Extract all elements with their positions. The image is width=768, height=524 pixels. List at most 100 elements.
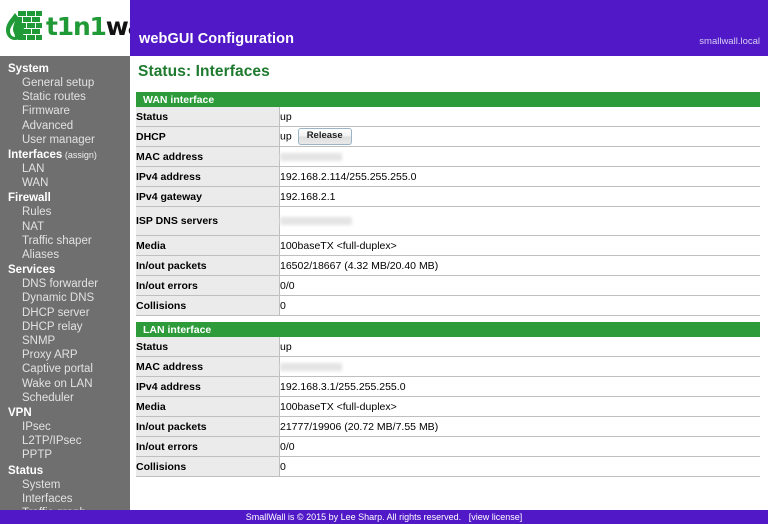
sidebar-group-suffix[interactable]: (assign) [62, 150, 97, 160]
sidebar-item-dhcp-relay[interactable]: DHCP relay [0, 320, 130, 334]
sidebar-item-dhcp-server[interactable]: DHCP server [0, 306, 130, 320]
row-label: ISP DNS servers [136, 206, 280, 236]
row-value-text: 0 [280, 460, 286, 473]
sidebar-item-snmp[interactable]: SNMP [0, 334, 130, 348]
row-value: up Release [279, 126, 760, 147]
sidebar-item-l2tp-ipsec[interactable]: L2TP/IPsec [0, 434, 130, 448]
row-value-text: 100baseTX <full-duplex> [280, 239, 397, 252]
row-label: In/out errors [136, 275, 280, 296]
sidebar-item-pptp[interactable]: PPTP [0, 448, 130, 462]
table-row: Status up [136, 337, 760, 357]
row-value-text: 192.168.2.114/255.255.255.0 [280, 170, 417, 183]
table-row: In/out errors 0/0 [136, 436, 760, 457]
sidebar-item-static-routes[interactable]: Static routes [0, 90, 130, 104]
release-button[interactable]: Release [297, 128, 352, 145]
sidebar-item-traffic-shaper[interactable]: Traffic shaper [0, 234, 130, 248]
view-license-link[interactable]: [view license] [469, 512, 523, 522]
row-value: up [279, 337, 760, 357]
sidebar-item-system[interactable]: System [0, 478, 130, 492]
sidebar-group-services[interactable]: Services [0, 263, 130, 277]
row-value-text: up [280, 340, 292, 353]
sidebar-group-vpn[interactable]: VPN [0, 406, 130, 420]
firewall-brick-flame-icon [5, 10, 45, 42]
row-value-text: 0/0 [280, 440, 295, 453]
row-label: IPv4 address [136, 376, 280, 397]
row-label: Collisions [136, 295, 280, 316]
panel-wan-interface: WAN interface Status up DHCP up Release MAC ad… [136, 92, 760, 316]
row-value: 100baseTX <full-duplex> [279, 396, 760, 417]
row-value-text: 192.168.2.1 [280, 190, 336, 203]
table-row: IPv4 gateway 192.168.2.1 [136, 186, 760, 207]
sidebar-item-scheduler[interactable]: Scheduler [0, 391, 130, 405]
sidebar-item-dns-forwarder[interactable]: DNS forwarder [0, 277, 130, 291]
sidebar-item-captive-portal[interactable]: Captive portal [0, 362, 130, 376]
sidebar-item-wan[interactable]: WAN [0, 176, 130, 190]
table-row: Collisions 0 [136, 456, 760, 477]
redacted-value [280, 217, 352, 225]
row-value: 0/0 [279, 275, 760, 296]
row-value [279, 356, 760, 377]
sidebar-item-user-manager[interactable]: User manager [0, 133, 130, 147]
row-label: MAC address [136, 356, 280, 377]
sidebar-item-proxy-arp[interactable]: Proxy ARP [0, 348, 130, 362]
table-row: Media 100baseTX <full-duplex> [136, 396, 760, 417]
header-hostname: smallwall.local [699, 36, 760, 47]
table-row: Media 100baseTX <full-duplex> [136, 235, 760, 256]
row-value-text: 100baseTX <full-duplex> [280, 400, 397, 413]
brand-logo[interactable]: t1n1wall [5, 9, 159, 43]
logo-text-primary: t1n1 [46, 11, 107, 41]
interface-table: Status up MAC address IPv4 address 192.168.3… [136, 337, 760, 477]
row-label: DHCP [136, 126, 280, 147]
row-label: IPv4 address [136, 166, 280, 187]
sidebar-group-status[interactable]: Status [0, 464, 130, 478]
panel-title: WAN interface [136, 92, 760, 107]
row-label: Status [136, 337, 280, 357]
row-value-text: up [280, 110, 292, 123]
row-value: up [279, 107, 760, 127]
logo-area: t1n1wall [0, 0, 159, 56]
row-value: 0 [279, 456, 760, 477]
sidebar-item-dynamic-dns[interactable]: Dynamic DNS [0, 291, 130, 305]
redacted-value [280, 152, 342, 161]
sidebar-group-label: VPN [8, 407, 32, 420]
row-value: 21777/19906 (20.72 MB/7.55 MB) [279, 416, 760, 437]
sidebar: System General setup Static routes Firmware… [0, 56, 130, 510]
row-value: 192.168.2.114/255.255.255.0 [279, 166, 760, 187]
row-label: IPv4 gateway [136, 186, 280, 207]
row-value [279, 206, 760, 236]
sidebar-item-rules[interactable]: Rules [0, 205, 130, 219]
sidebar-group-interfaces[interactable]: Interfaces (assign) [0, 148, 130, 162]
sidebar-item-wake-on-lan[interactable]: Wake on LAN [0, 377, 130, 391]
sidebar-item-general-setup[interactable]: General setup [0, 76, 130, 90]
header-title: webGUI Configuration [139, 31, 295, 47]
sidebar-item-ipsec[interactable]: IPsec [0, 420, 130, 434]
table-row: Status up [136, 107, 760, 127]
table-row: In/out packets 16502/18667 (4.32 MB/20.40… [136, 255, 760, 276]
top-header: t1n1wall webGUI Configuration smallwall.… [0, 0, 768, 56]
row-label: Media [136, 235, 280, 256]
row-value-text: 0 [280, 299, 286, 312]
row-value [279, 146, 760, 167]
table-row: Collisions 0 [136, 295, 760, 316]
row-label: MAC address [136, 146, 280, 167]
sidebar-item-firmware[interactable]: Firmware [0, 104, 130, 118]
row-value: 16502/18667 (4.32 MB/20.40 MB) [279, 255, 760, 276]
table-row: In/out errors 0/0 [136, 275, 760, 296]
redacted-value [280, 362, 342, 371]
sidebar-group-label: Firewall [8, 192, 51, 205]
panel-lan-interface: LAN interface Status up MAC address IPv4 add… [136, 322, 760, 477]
row-value: 192.168.3.1/255.255.255.0 [279, 376, 760, 397]
sidebar-group-firewall[interactable]: Firewall [0, 191, 130, 205]
table-row: ISP DNS servers [136, 206, 760, 236]
header-bar: webGUI Configuration smallwall.local [130, 0, 768, 56]
sidebar-item-nat[interactable]: NAT [0, 220, 130, 234]
sidebar-item-lan[interactable]: LAN [0, 162, 130, 176]
sidebar-group-label: System [8, 63, 49, 75]
table-row: In/out packets 21777/19906 (20.72 MB/7.55… [136, 416, 760, 437]
footer: SmallWall is © 2015 by Lee Sharp. All ri… [0, 510, 768, 524]
sidebar-group-system[interactable]: System [0, 62, 130, 76]
row-value-text: 0/0 [280, 279, 295, 292]
sidebar-item-interfaces[interactable]: Interfaces [0, 492, 130, 506]
sidebar-item-advanced[interactable]: Advanced [0, 119, 130, 133]
sidebar-item-aliases[interactable]: Aliases [0, 248, 130, 262]
